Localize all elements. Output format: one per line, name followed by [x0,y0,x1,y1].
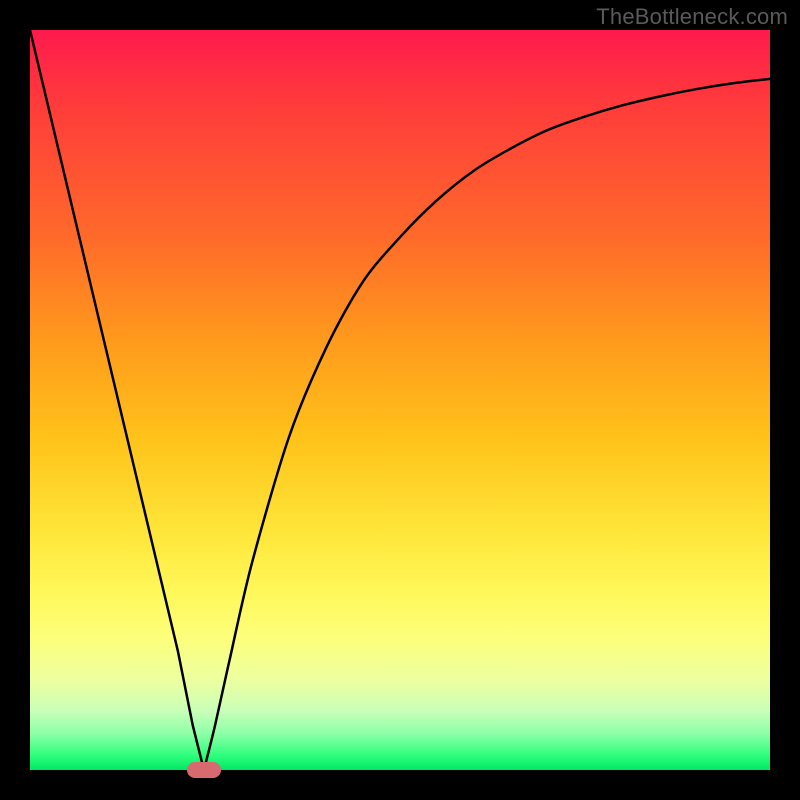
watermark-text: TheBottleneck.com [596,4,788,30]
bottleneck-curve [30,30,770,770]
chart-frame: TheBottleneck.com [0,0,800,800]
plot-area [30,30,770,770]
optimal-point-marker [187,762,221,778]
curve-path [30,30,770,770]
